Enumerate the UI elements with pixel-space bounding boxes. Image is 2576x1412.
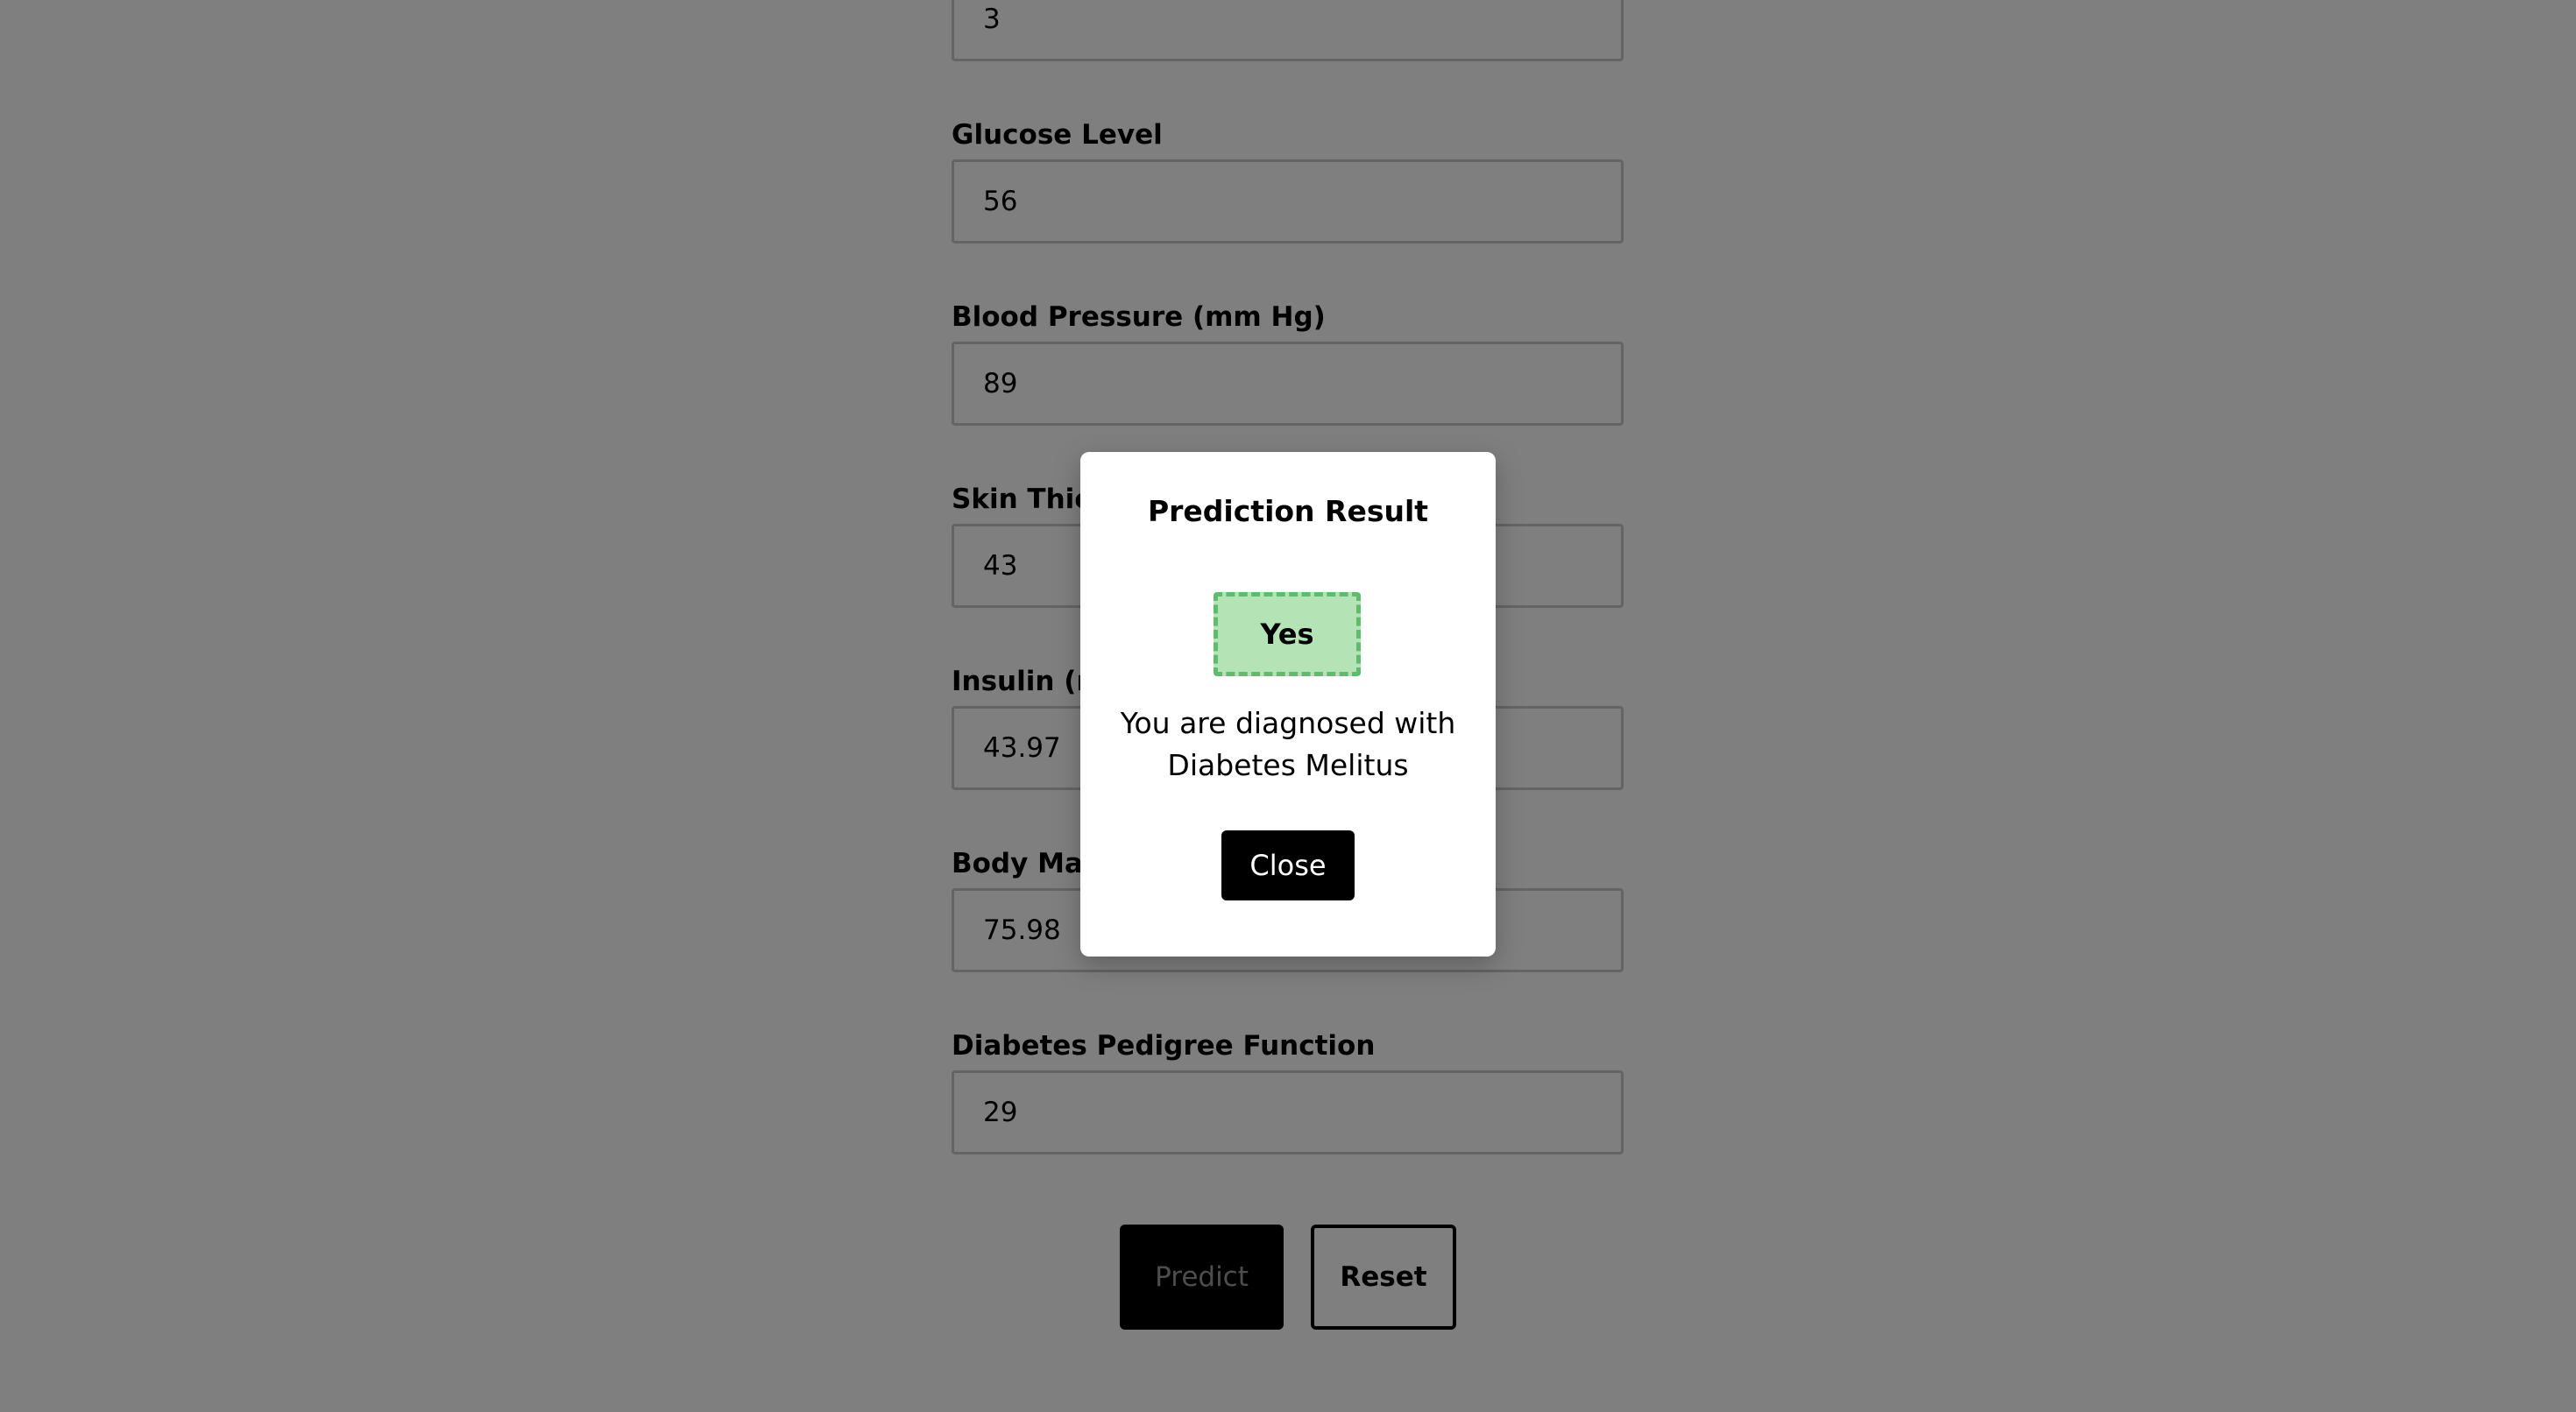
diagnosis-message: You are diagnosed with Diabetes Melitus [1120,706,1456,782]
close-button[interactable]: Close [1221,830,1355,900]
result-badge: Yes [1214,592,1361,676]
prediction-result-modal: Prediction Result Yes You are diagnosed … [1080,452,1496,957]
modal-title: Prediction Result [1147,494,1429,528]
